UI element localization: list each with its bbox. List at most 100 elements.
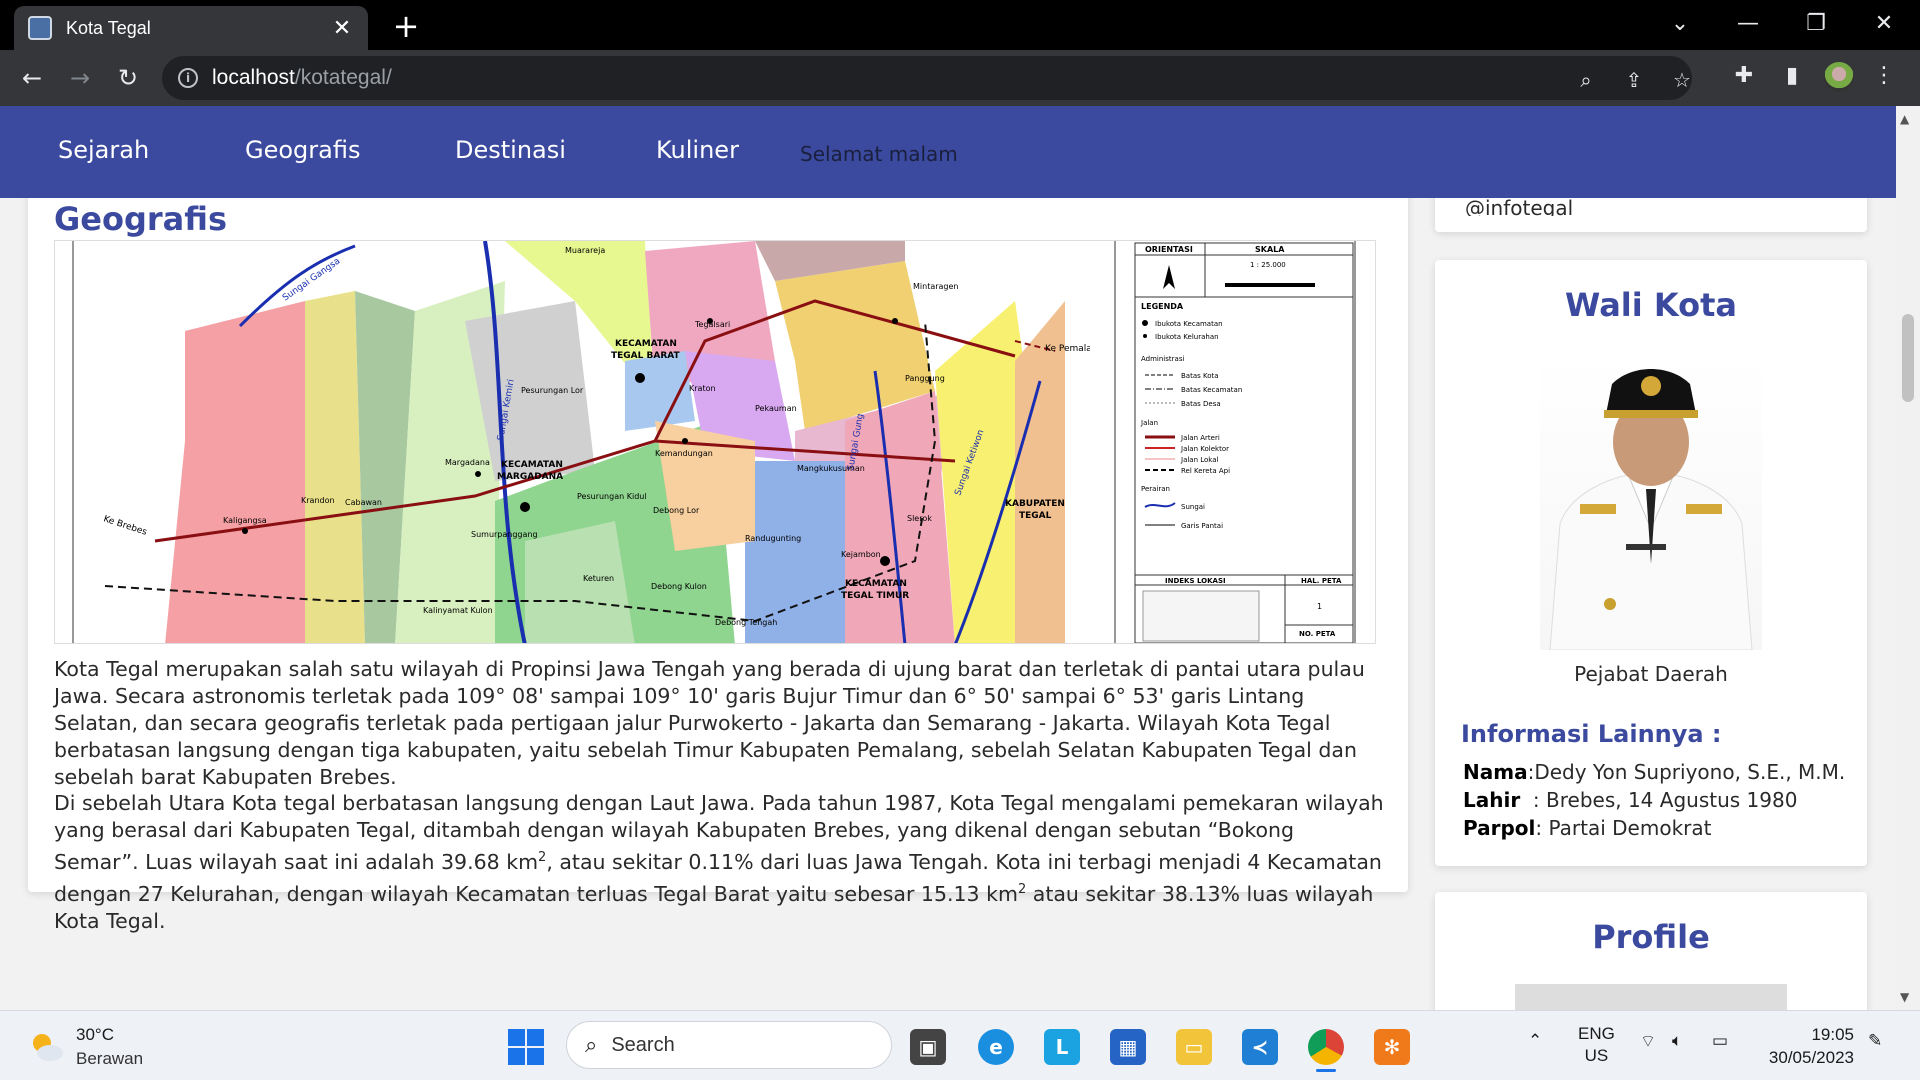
wali-kota-title: Wali Kota (1565, 286, 1737, 324)
edge-browser-icon[interactable]: e (978, 1029, 1014, 1065)
svg-text:Mangkukusuman: Mangkukusuman (797, 464, 865, 473)
svg-text:Rel Kereta Api: Rel Kereta Api (1181, 467, 1230, 475)
site-info-icon[interactable]: i (178, 68, 198, 88)
svg-text:Jalan Arteri: Jalan Arteri (1180, 434, 1220, 442)
nav-kuliner[interactable]: Kuliner (656, 136, 739, 164)
language-indicator[interactable]: ENG US (1578, 1023, 1615, 1067)
superscript-2b: 2 (1017, 881, 1027, 897)
scroll-up-icon[interactable]: ▲ (1900, 112, 1909, 126)
page-scrollbar[interactable]: ▲ ▼ (1896, 106, 1920, 1010)
new-tab-button[interactable]: + (388, 6, 424, 46)
reload-button[interactable]: ↻ (110, 60, 146, 96)
weather-cloud-sun-icon[interactable] (28, 1029, 64, 1065)
l-app-icon[interactable]: L (1044, 1029, 1080, 1065)
address-bar[interactable]: i localhost/kotategal/ ⌕ ⇪ ☆ (162, 56, 1692, 100)
chrome-icon[interactable] (1308, 1029, 1344, 1065)
forward-button[interactable]: → (62, 60, 98, 96)
svg-text:Garis Pantai: Garis Pantai (1181, 522, 1223, 530)
xampp-icon[interactable]: ✻ (1374, 1029, 1410, 1065)
nav-geografis[interactable]: Geografis (245, 136, 360, 164)
vscode-icon[interactable]: ≺ (1242, 1029, 1278, 1065)
back-button[interactable]: ← (14, 60, 50, 96)
profile-avatar[interactable] (1824, 62, 1854, 92)
svg-text:Keturen: Keturen (583, 574, 614, 583)
info-title: Informasi Lainnya : (1461, 720, 1722, 748)
paragraph-1: Kota Tegal merupakan salah satu wilayah … (54, 657, 1365, 789)
nav-destinasi[interactable]: Destinasi (455, 136, 566, 164)
weather-desc: Berawan (76, 1049, 144, 1068)
zoom-icon[interactable]: ⌕ (1572, 66, 1600, 94)
profile-title: Profile (1592, 918, 1710, 956)
wifi-icon[interactable]: ⌔ (1640, 1031, 1656, 1052)
svg-text:Pesurungan Kidul: Pesurungan Kidul (577, 492, 647, 501)
close-window-button[interactable]: ✕ (1864, 6, 1904, 42)
page-viewport: Geografis KECAMATAN TEGAL BARAT KECAMATA… (0, 106, 1896, 1010)
svg-text:LEGENDA: LEGENDA (1141, 302, 1184, 311)
svg-text:Jalan Kolektor: Jalan Kolektor (1180, 445, 1229, 453)
scrollbar-thumb[interactable] (1902, 314, 1914, 402)
clock-date: 30/05/2023 (1768, 1048, 1854, 1067)
browser-toolbar: ← → ↻ i localhost/kotategal/ ⌕ ⇪ ☆ (0, 50, 1920, 106)
side-panel-icon[interactable]: ▮ (1776, 60, 1808, 92)
section-title: Geografis (54, 200, 227, 238)
info-row-nama: Nama:Dedy Yon Supriyono, S.E., M.M. (1463, 760, 1845, 784)
active-app-indicator (1316, 1069, 1336, 1072)
volume-icon[interactable]: 🔈︎ (1672, 1031, 1682, 1051)
svg-text:Ibukota Kelurahan: Ibukota Kelurahan (1155, 333, 1219, 341)
svg-text:ORIENTASI: ORIENTASI (1145, 245, 1193, 254)
portrait-caption: Pejabat Daerah (1574, 662, 1728, 686)
share-icon[interactable]: ⇪ (1620, 66, 1648, 94)
svg-text:HAL. PETA: HAL. PETA (1301, 577, 1342, 585)
svg-text:Batas Desa: Batas Desa (1181, 400, 1221, 408)
battery-icon[interactable]: ▭ (1712, 1031, 1728, 1051)
extensions-puzzle-icon[interactable]: ✚ (1728, 60, 1760, 92)
scroll-down-icon[interactable]: ▼ (1900, 990, 1909, 1004)
minimize-button[interactable]: — (1728, 6, 1768, 42)
svg-text:Margadana: Margadana (445, 458, 490, 467)
info-label: Nama (1463, 760, 1528, 784)
svg-text:SKALA: SKALA (1255, 245, 1285, 254)
svg-text:KECAMATAN: KECAMATAN (615, 339, 677, 349)
svg-text:Kraton: Kraton (689, 384, 716, 393)
restore-button[interactable]: ❐ (1796, 6, 1836, 42)
task-view-icon[interactable]: ▣ (910, 1029, 946, 1065)
tab-search-chevron-icon[interactable]: ⌄ (1660, 6, 1700, 42)
svg-text:Kaligangsa: Kaligangsa (223, 516, 267, 525)
start-button[interactable] (508, 1029, 544, 1065)
info-value: : Brebes, 14 Agustus 1980 (1520, 788, 1798, 812)
taskbar-search[interactable]: ⌕ Search (566, 1021, 892, 1069)
start-tile-icon (527, 1029, 544, 1046)
kota-tegal-map: KECAMATAN TEGAL BARAT KECAMATAN MARGADAN… (54, 240, 1376, 644)
site-navbar: Sejarah Geografis Destinasi Kuliner Sela… (0, 106, 1896, 198)
tray-overflow-icon[interactable]: ⌃ (1528, 1031, 1542, 1051)
paragraph-2: Di sebelah Utara Kota tegal berbatasan l… (54, 790, 1384, 935)
svg-text:1: 1 (1317, 602, 1322, 611)
geografis-card: Geografis KECAMATAN TEGAL BARAT KECAMATA… (28, 176, 1408, 933)
svg-text:Pesurungan Lor: Pesurungan Lor (521, 386, 584, 395)
start-tile-icon (527, 1048, 544, 1065)
file-explorer-icon[interactable]: ▭ (1176, 1029, 1212, 1065)
browser-tab[interactable]: Kota Tegal ✕ (14, 6, 368, 50)
info-row-lahir: Lahir : Brebes, 14 Agustus 1980 (1463, 788, 1797, 812)
info-row-parpol: Parpol: Partai Demokrat (1463, 816, 1711, 840)
tab-close-icon[interactable]: ✕ (330, 16, 354, 41)
mayor-portrait-graphic (1549, 369, 1753, 651)
bookmark-star-icon[interactable]: ☆ (1668, 66, 1696, 94)
svg-text:Krandon: Krandon (301, 496, 335, 505)
svg-text:Batas Kecamatan: Batas Kecamatan (1181, 386, 1242, 394)
url-host: localhost (212, 66, 295, 89)
notifications-icon[interactable]: ✎ (1868, 1031, 1882, 1051)
svg-text:Jalan: Jalan (1140, 419, 1158, 427)
svg-text:Randugunting: Randugunting (745, 534, 801, 543)
social-handle[interactable]: @infotegal (1465, 196, 1573, 216)
clock[interactable]: 19:05 30/05/2023 (1762, 1023, 1854, 1069)
clock-time: 19:05 (1811, 1025, 1854, 1044)
store-icon[interactable]: ▦ (1110, 1029, 1146, 1065)
svg-text:Cabawan: Cabawan (345, 498, 382, 507)
nav-sejarah[interactable]: Sejarah (58, 136, 149, 164)
browser-tabbar: Kota Tegal ✕ + ⌄ — ❐ ✕ (0, 0, 1920, 50)
map-graphic: KECAMATAN TEGAL BARAT KECAMATAN MARGADAN… (55, 241, 1375, 643)
svg-text:Administrasi: Administrasi (1141, 355, 1184, 363)
browser-menu-icon[interactable]: ⋮ (1868, 60, 1900, 92)
info-label: Parpol (1463, 816, 1536, 840)
